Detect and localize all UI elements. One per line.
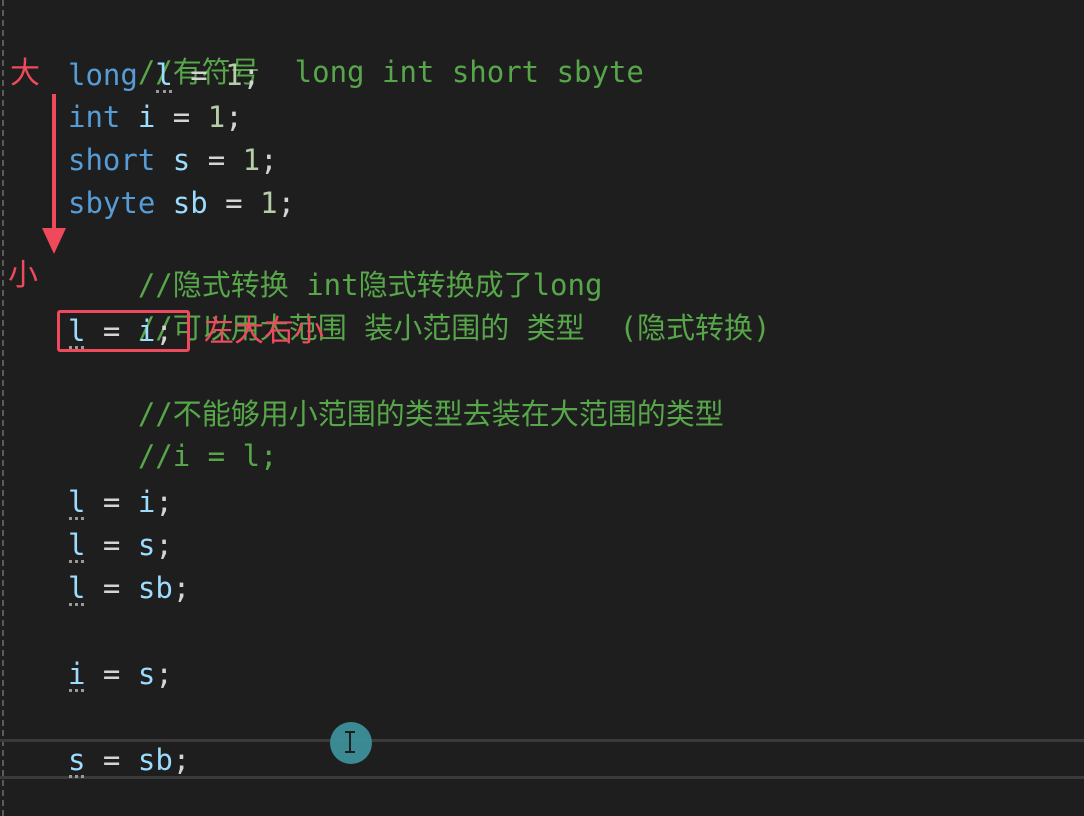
type-keyword: short xyxy=(68,143,156,177)
assign-operator: = xyxy=(190,143,243,177)
ibeam-icon xyxy=(345,731,355,753)
semicolon: ; xyxy=(277,186,296,220)
code-line-declaration[interactable]: short s = 1; xyxy=(68,140,278,180)
semicolon: ; xyxy=(155,485,173,519)
number-literal: 1 xyxy=(225,58,243,92)
code-line-assignment[interactable]: i = s; xyxy=(68,654,173,694)
type-keyword: sbyte xyxy=(68,186,156,220)
assign-operator: = xyxy=(85,743,138,777)
assign-source: s xyxy=(137,657,156,691)
annotation-arrow-head-icon xyxy=(42,228,66,254)
code-line-comment[interactable]: //隐式转换 int隐式转换成了long xyxy=(68,225,603,302)
code-line-assignment[interactable]: s = sb; xyxy=(68,740,190,780)
assign-source: sb xyxy=(137,571,173,605)
number-literal: 1 xyxy=(260,186,278,220)
code-line-assignment[interactable]: l = s; xyxy=(68,525,173,565)
semicolon: ; xyxy=(172,571,191,605)
assign-target: l xyxy=(68,525,85,565)
assign-target: l xyxy=(68,482,85,522)
assign-operator: = xyxy=(85,528,138,562)
variable-name: i xyxy=(137,100,156,134)
code-line-comment[interactable]: //i = l; xyxy=(68,396,278,473)
code-line-declaration[interactable]: long l = 1; xyxy=(68,55,260,95)
assign-target: s xyxy=(68,740,85,780)
assign-source: i xyxy=(137,485,156,519)
type-keyword: int xyxy=(68,100,121,134)
number-literal: 1 xyxy=(242,143,261,177)
assign-source: s xyxy=(137,528,156,562)
assign-operator: = xyxy=(85,657,138,691)
code-line-assignment[interactable]: l = sb; xyxy=(68,568,190,608)
comment-text: //i = l; xyxy=(137,439,278,473)
variable-name: l xyxy=(155,55,173,95)
annotation-highlight-box xyxy=(57,310,190,352)
code-line-assignment[interactable]: l = i; xyxy=(68,482,173,522)
assign-operator: = xyxy=(207,186,261,220)
annotation-large-label: 大 xyxy=(10,56,40,91)
assign-operator: = xyxy=(85,485,138,519)
assign-operator: = xyxy=(85,571,138,605)
annotation-arrow xyxy=(52,94,56,234)
semicolon: ; xyxy=(155,528,173,562)
assign-operator: = xyxy=(155,100,208,134)
assign-target: i xyxy=(68,654,85,694)
text-cursor-icon xyxy=(330,722,372,764)
variable-name: sb xyxy=(172,186,208,220)
code-line-comment[interactable]: //可以用大范围 装小范围的 类型 (隐式转换) xyxy=(68,268,771,345)
semicolon: ; xyxy=(260,143,278,177)
assign-source: sb xyxy=(137,743,173,777)
type-keyword: long xyxy=(68,58,138,92)
code-line-declaration[interactable]: int i = 1; xyxy=(68,97,243,137)
variable-name: s xyxy=(172,143,191,177)
code-line-comment[interactable]: //有符号 long int short sbyte xyxy=(68,12,644,89)
number-literal: 1 xyxy=(207,100,226,134)
annotation-small-label: 小 xyxy=(8,258,38,293)
code-line-comment[interactable]: //不能够用小范围的类型去装在大范围的类型 xyxy=(68,354,724,431)
code-editor[interactable]: //有符号 long int short sbyte long l = 1; i… xyxy=(0,0,1084,816)
editor-gutter xyxy=(2,0,4,816)
annotation-box-label: 左大右小 xyxy=(204,314,324,349)
assign-target: l xyxy=(68,568,85,608)
semicolon: ; xyxy=(172,743,191,777)
code-line-declaration[interactable]: sbyte sb = 1; xyxy=(68,183,295,223)
semicolon: ; xyxy=(225,100,243,134)
semicolon: ; xyxy=(242,58,261,92)
semicolon: ; xyxy=(155,657,173,691)
assign-operator: = xyxy=(172,58,226,92)
